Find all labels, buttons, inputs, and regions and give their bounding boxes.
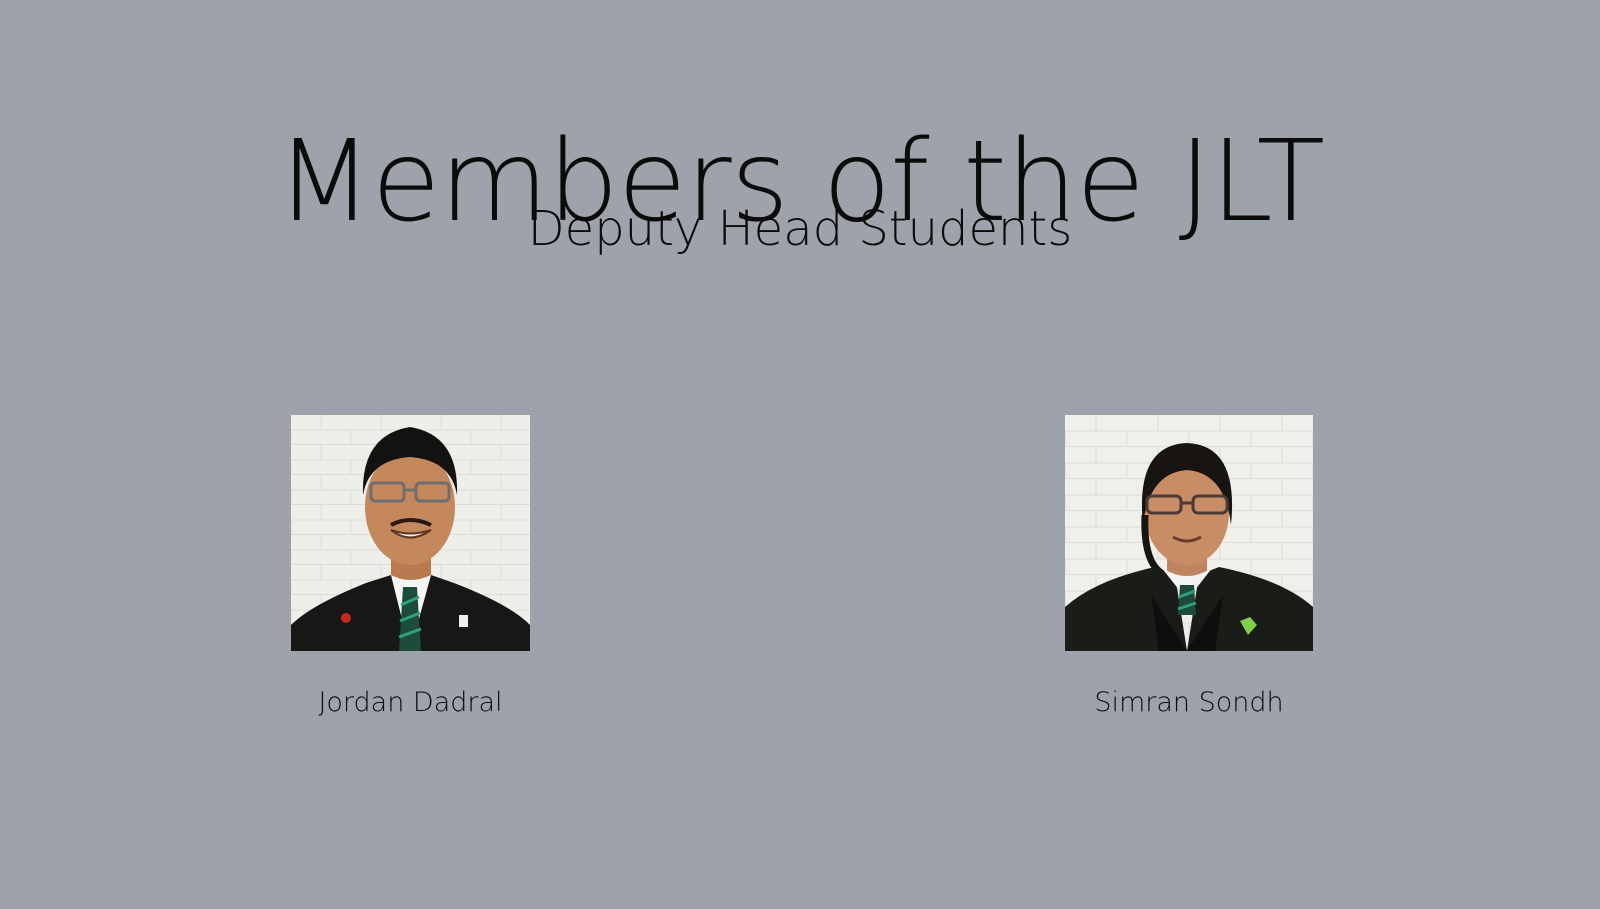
student-portrait-image [291,415,530,651]
member-name: Jordan Dadral [318,687,503,718]
member-name: Simran Sondh [1094,687,1284,718]
member-photo[interactable] [291,415,530,651]
member-card-jordan[interactable]: Jordan Dadral [291,415,530,718]
student-portrait-image [1065,415,1313,651]
member-photo[interactable] [1065,415,1313,651]
page-subtitle: Deputy Head Students [527,201,1073,257]
member-card-simran[interactable]: Simran Sondh [1065,415,1313,718]
